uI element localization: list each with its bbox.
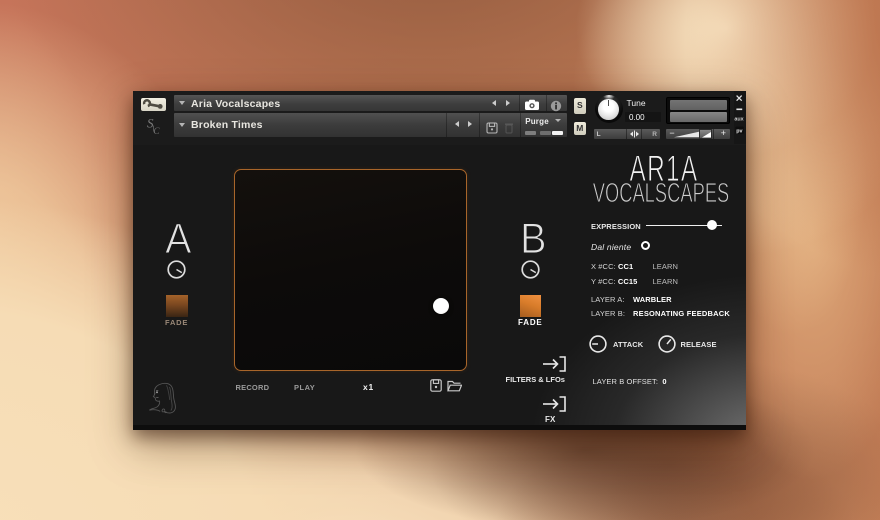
svg-text:aux: aux <box>734 117 743 123</box>
svg-text:C: C <box>154 126 161 136</box>
svg-text:pv: pv <box>736 128 742 134</box>
